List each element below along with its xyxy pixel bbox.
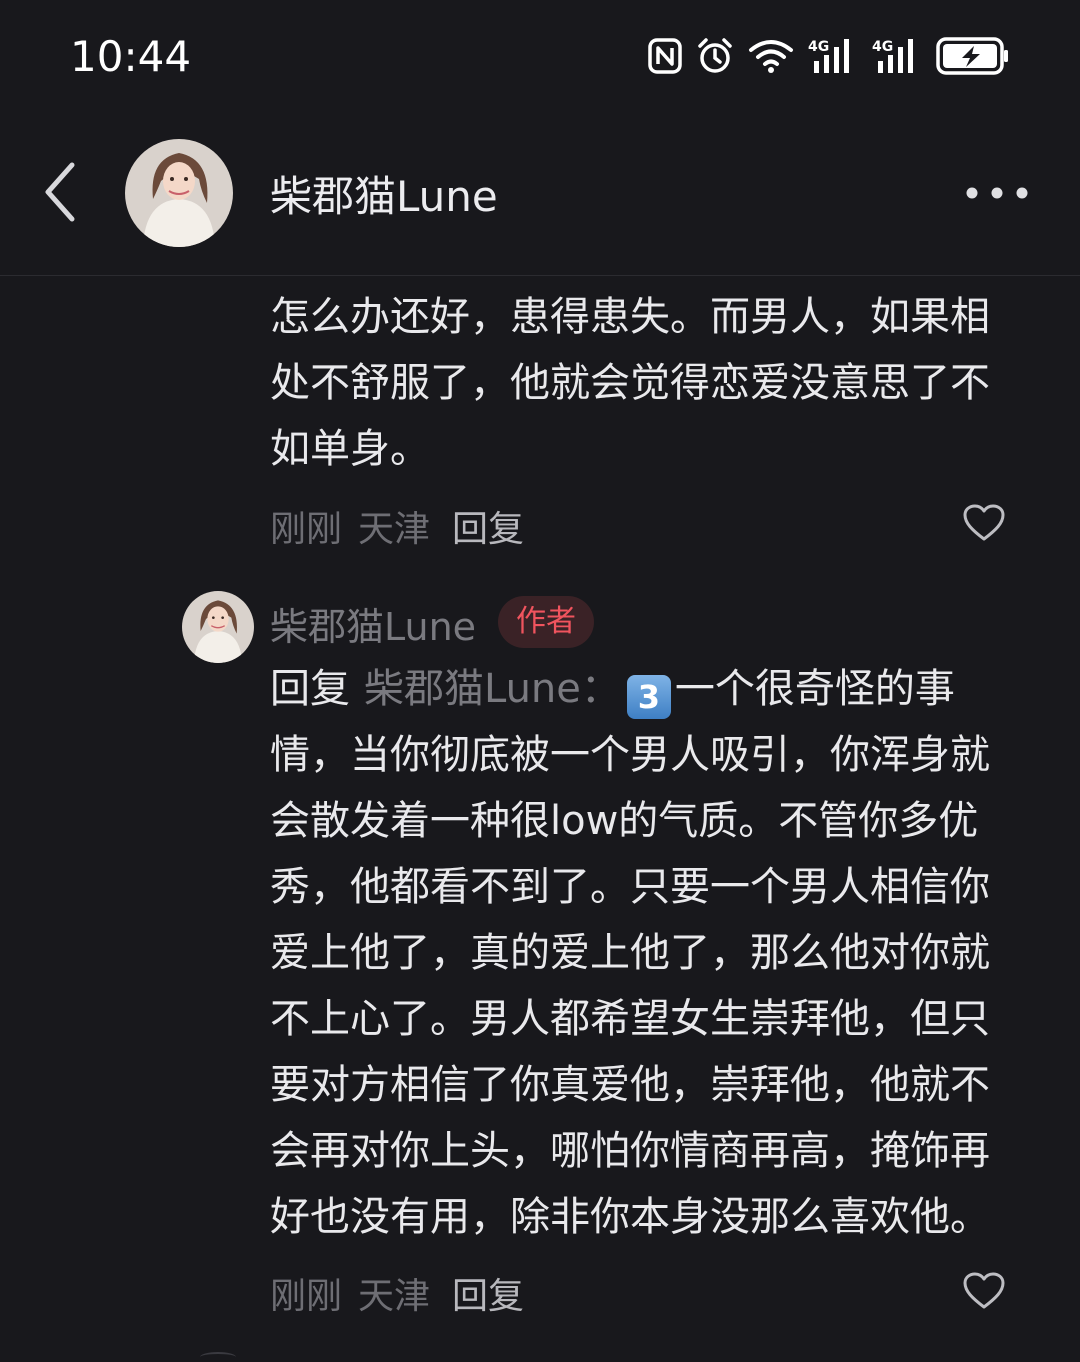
comment-text: 怎么办还好，患得患失。而男人，如果相 处不舒服了，他就会觉得恋爱没意思了不 如单… [270,284,1030,482]
status-icons: 4G 4G [648,34,1010,78]
svg-text:4G: 4G [808,39,829,55]
page-title: 柴郡猫Lune [270,172,498,221]
text-line: 情，当你彻底被一个男人吸引，你浑身就 [270,732,990,778]
status-bar: 10:44 4G 4G [0,0,1080,115]
text-line: 秀，他都看不到了。只要一个男人相信你 [270,864,990,910]
comment-location: 天津 [358,509,431,550]
battery-charging-icon [936,37,1008,75]
reply-target-user[interactable]: 柴郡猫Lune： [364,666,621,712]
text-line: 回复 柴郡猫Lune： 3 一个很奇怪的事 [270,656,1030,722]
reply-button[interactable]: 回复 [452,509,524,550]
text-line: 如单身。 [270,426,430,472]
status-time: 10:44 [70,32,192,81]
more-options-icon[interactable] [962,177,1032,209]
like-heart-icon[interactable] [962,1271,1006,1311]
comment-meta: 刚刚 天津 回复 [270,500,524,552]
comment-time: 刚刚 [270,509,343,550]
text-fragment: 一个很奇怪的事 [674,666,955,712]
comment-author[interactable]: 柴郡猫Lune [270,596,476,651]
signal-4g-icon: 4G [872,39,913,73]
text-line: 要对方相信了你真爱他，崇拜他，他就不 [270,1062,990,1108]
comment-time: 刚刚 [270,1276,343,1317]
text-line: 处不舒服了，他就会觉得恋爱没意思了不 [270,360,990,406]
signal-4g-icon: 4G [808,39,849,73]
text-line: 会再对你上头，哪怕你情商再高，掩饰再 [270,1128,990,1174]
keycap-three-icon: 3 [626,675,671,719]
nfc-icon [648,38,682,74]
comment-location: 天津 [358,1276,431,1317]
svg-text:4G: 4G [872,39,893,55]
back-arrow-icon[interactable] [36,157,96,227]
comment-text: 回复 柴郡猫Lune： 3 一个很奇怪的事 情，当你彻底被一个男人吸引，你浑身就 会散… [270,656,1030,1250]
next-avatar-edge [200,1352,236,1362]
wifi-icon [749,40,793,73]
alarm-icon [698,38,732,73]
reply-button[interactable]: 回复 [452,1276,524,1317]
avatar[interactable] [182,591,254,663]
comment-meta: 刚刚 天津 回复 [270,1267,524,1319]
like-heart-icon[interactable] [962,503,1006,543]
author-badge: 作者 [498,596,594,648]
text-line: 怎么办还好，患得患失。而男人，如果相 [270,294,990,340]
text-line: 会散发着一种很low的气质。不管你多优 [270,798,979,844]
text-line: 好也没有用，除非你本身没那么喜欢他。 [270,1194,990,1240]
text-line: 不上心了。男人都希望女生崇拜他，但只 [270,996,990,1042]
avatar[interactable] [125,139,233,247]
chat-header: 柴郡猫Lune [0,115,1080,276]
reply-prefix: 回复 [270,666,350,712]
text-line: 爱上他了，真的爱上他了，那么他对你就 [270,930,990,976]
